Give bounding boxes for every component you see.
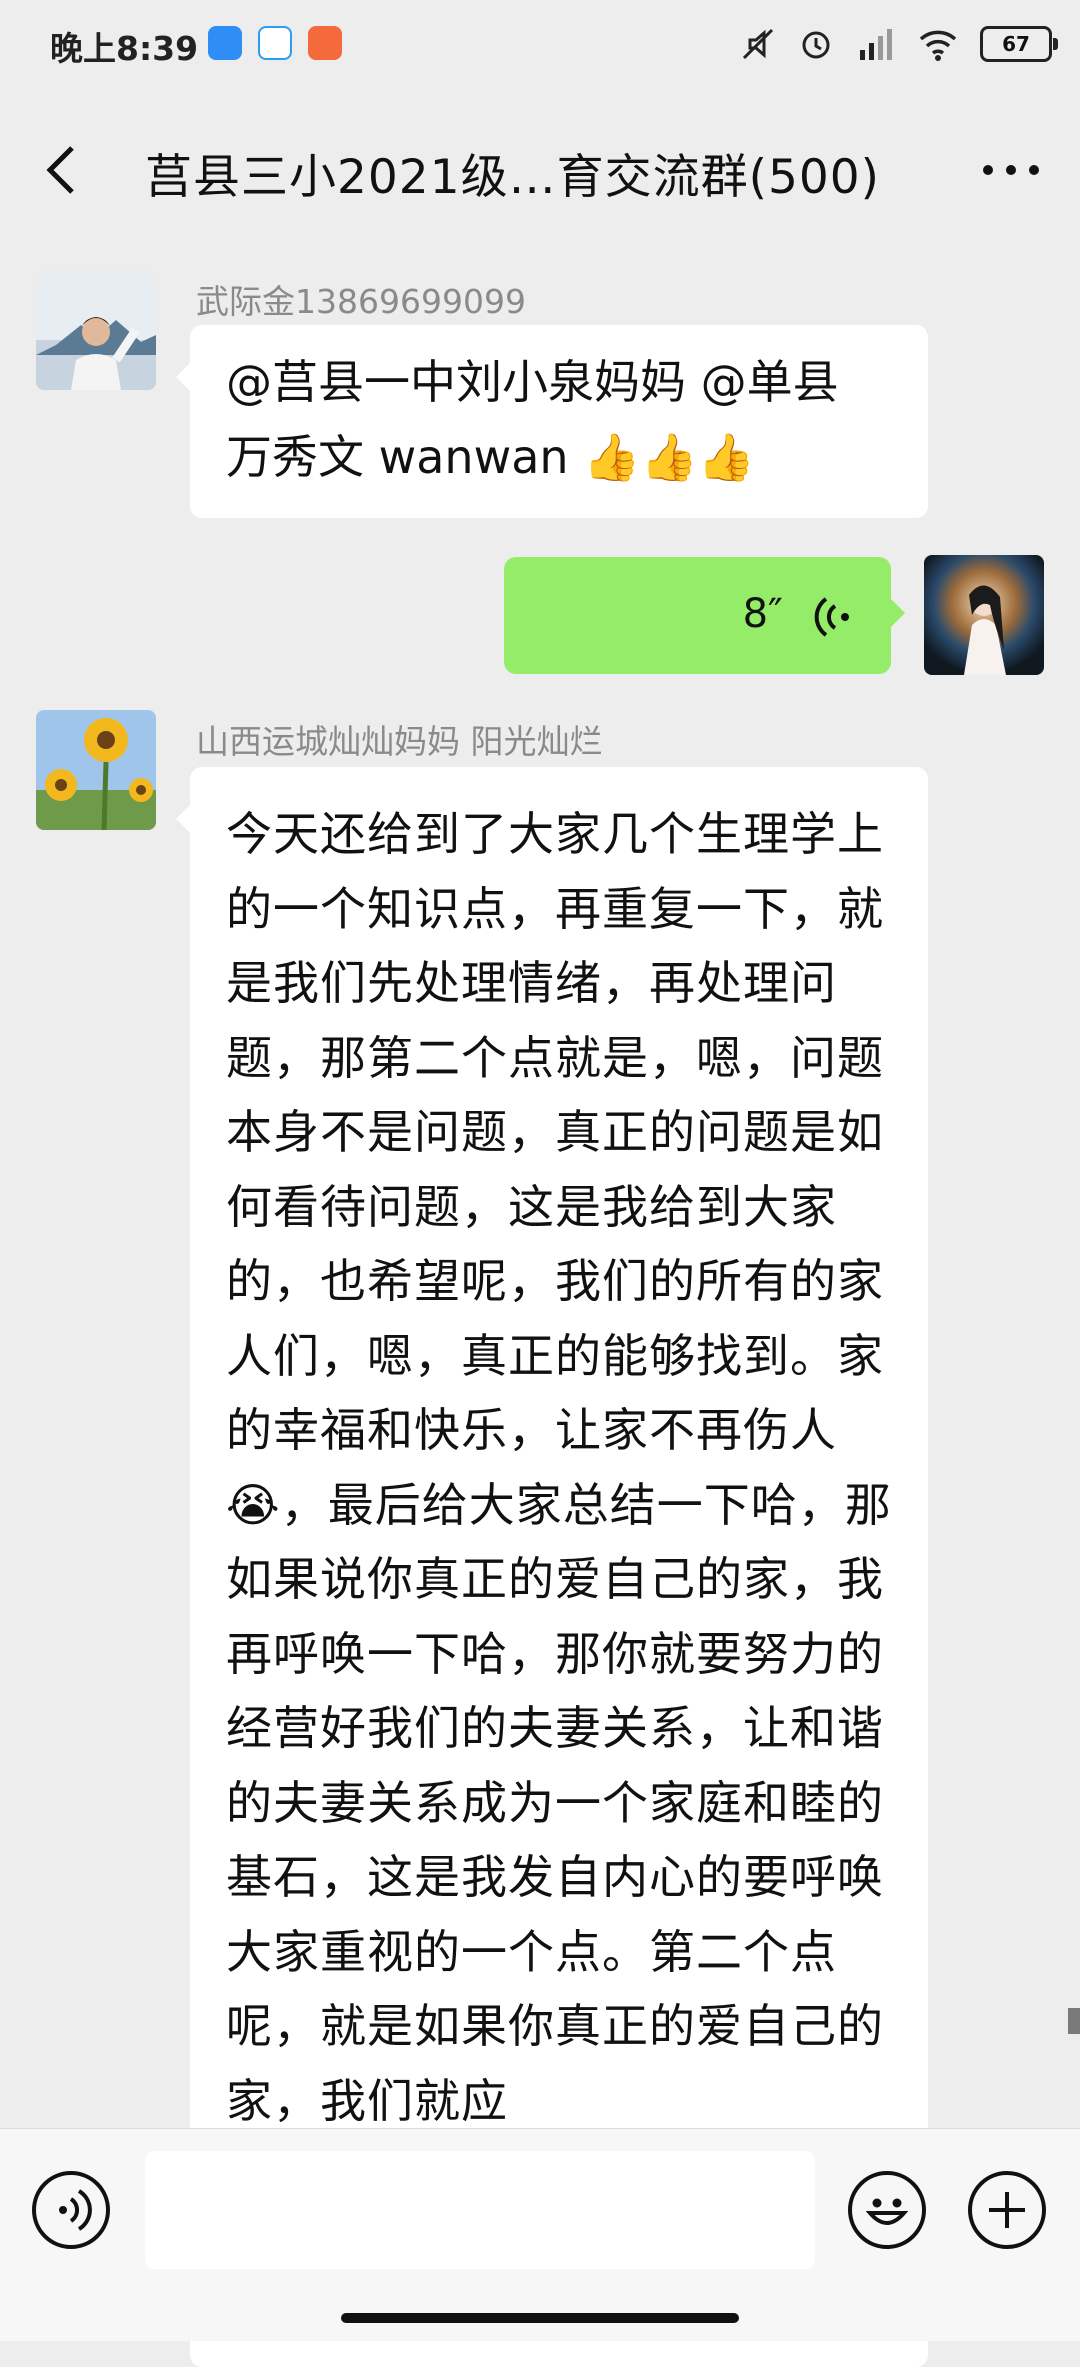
plus-icon — [989, 2192, 1025, 2228]
chat-header: 莒县三小2021级…育交流群(500) — [0, 110, 1080, 230]
message-bubble[interactable]: @莒县一中刘小泉妈妈 @单县 万秀文 wanwan 👍👍👍 — [176, 325, 928, 518]
chat-title: 莒县三小2021级…育交流群(500) — [145, 150, 880, 205]
my-avatar[interactable] — [924, 555, 1044, 675]
message-text-part: 今天还给到了大家几个生理学上的一个知识点，再重复一下，就是我们先处理情绪，再处理… — [226, 807, 884, 1457]
battery-icon: 67 — [980, 26, 1058, 62]
voice-input-button[interactable] — [32, 2171, 110, 2249]
crying-emoji: 😭 — [226, 1477, 281, 1532]
chat-bubble-notification-icon — [258, 26, 292, 60]
back-arrow-icon[interactable] — [36, 140, 96, 200]
smiley-icon — [865, 2198, 909, 2225]
thumbs-up-emoji: 👍 — [640, 430, 698, 484]
app-notification-icon — [208, 26, 242, 60]
battery-level: 67 — [1002, 32, 1030, 56]
message-input[interactable] — [145, 2151, 815, 2269]
message-text: 今天还给到了大家几个生理学上的一个知识点，再重复一下，就是我们先处理情绪，再处理… — [226, 797, 892, 2138]
signal-icon — [860, 29, 892, 60]
wifi-icon — [919, 30, 957, 61]
home-indicator[interactable] — [341, 2313, 739, 2323]
voice-wave-icon — [814, 597, 849, 637]
status-bar: 晚上8:39 67 — [0, 0, 1080, 96]
avatar[interactable] — [36, 710, 156, 830]
message-text: @莒县一中刘小泉妈妈 @单县 — [226, 355, 839, 409]
message-bubble[interactable]: 今天还给到了大家几个生理学上的一个知识点，再重复一下，就是我们先处理情绪，再处理… — [176, 767, 928, 2367]
thumbs-up-emoji: 👍 — [583, 430, 641, 484]
message-text: 万秀文 wanwan — [226, 430, 569, 484]
sender-name: 山西运城灿灿妈妈 阳光灿烂 — [196, 722, 603, 761]
status-time: 晚上8:39 — [50, 29, 199, 68]
avatar[interactable] — [36, 270, 156, 390]
sender-name: 武际金13869699099 — [196, 282, 526, 321]
input-bar — [0, 2128, 1080, 2341]
emoji-button[interactable] — [848, 2171, 926, 2249]
shopping-bag-notification-icon — [308, 26, 342, 60]
alarm-icon — [802, 31, 830, 59]
voice-input-icon — [59, 2189, 92, 2231]
scrollbar-thumb[interactable] — [1068, 2008, 1080, 2034]
thumbs-up-emoji: 👍 — [697, 430, 756, 484]
more-functions-button[interactable] — [968, 2171, 1046, 2249]
message-text-part: ，最后给大家总结一下哈，那如果说你真正的爱自己的家，我再呼唤一下哈，那你就要努力… — [226, 1477, 892, 2128]
more-options-icon[interactable] — [976, 150, 1046, 190]
mute-icon — [742, 28, 774, 60]
voice-duration: 8″ — [742, 591, 783, 637]
voice-message-bubble[interactable]: 8″ — [504, 557, 905, 674]
